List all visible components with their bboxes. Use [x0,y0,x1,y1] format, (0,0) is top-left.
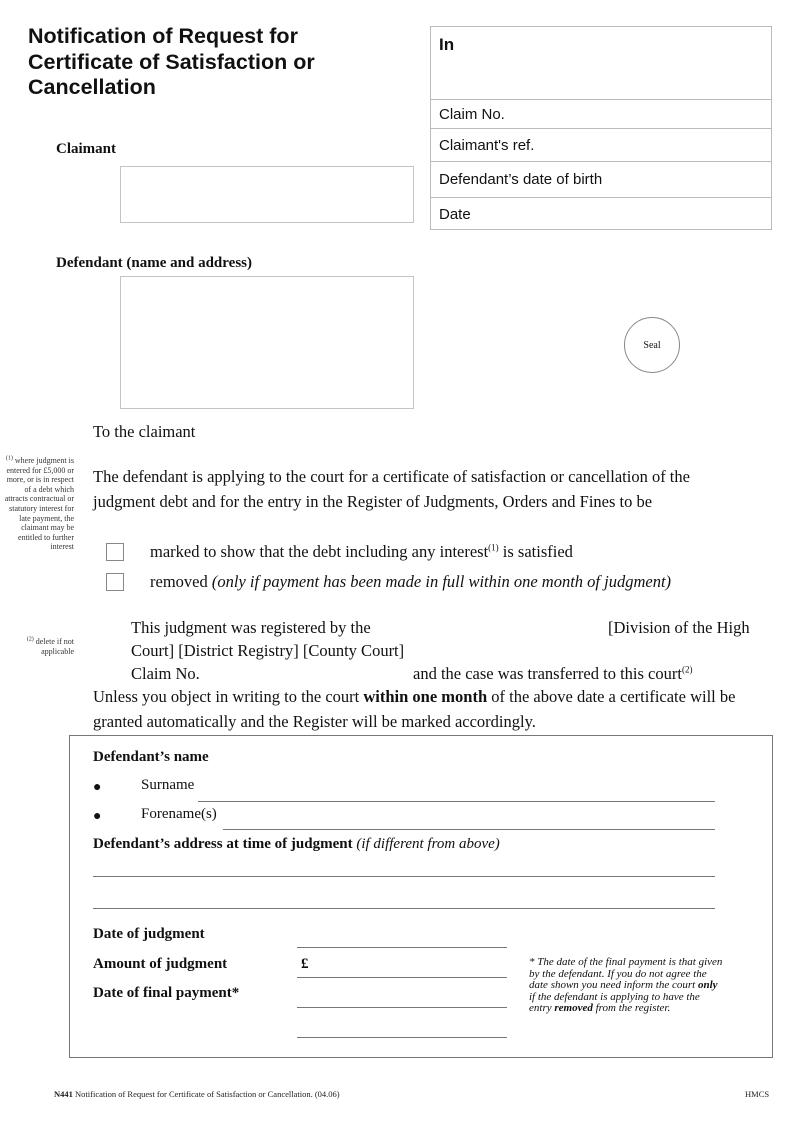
court-name-field[interactable]: In [431,27,771,100]
option-2-condition: (only if payment has been made in full w… [211,572,672,591]
defendant-name-heading: Defendant’s name [93,749,209,765]
final-payment-input[interactable] [297,1007,507,1008]
margin-note-1-text: where judgment is entered for £5,000 or … [4,456,74,552]
date-field[interactable]: Date [431,198,771,231]
claimant-ref-label: Claimant's ref. [439,136,535,154]
registering-court-input[interactable] [388,617,603,637]
option-marked-satisfied: marked to show that the debt including a… [150,539,573,564]
address-hint: (if different from above) [356,836,500,852]
claimant-input[interactable] [120,166,414,223]
forenames-input[interactable] [223,829,715,830]
claim-no-label-body: Claim No. [131,664,200,683]
salutation: To the claimant [93,422,196,441]
forenames-label: Forename(s) [141,806,217,822]
final-payment-note: * The date of the final payment is that … [529,956,724,1015]
address-heading: Defendant’s address at time of judgment … [93,836,500,853]
claimant-label: Claimant [56,141,116,157]
date-label: Date [439,206,471,223]
address-line-2-input[interactable] [93,908,715,909]
margin-note-delete: (2) delete if not applicable [0,636,74,656]
removed-checkbox[interactable] [106,573,124,591]
seal-label: Seal [643,339,661,351]
final-payment-label: Date of final payment* [93,985,240,1001]
form-title-line: Notification of Request for [28,24,298,48]
registered-by-suffix: [Division of the High [608,618,750,637]
transferred-text: and the case was transferred to this cou… [413,661,692,686]
amount-of-judgment-input[interactable] [297,977,507,978]
intro-paragraph: The defendant is applying to the court f… [93,467,690,511]
date-of-judgment-label: Date of judgment [93,926,205,942]
footer-issuer: HMCS [745,1089,770,1099]
margin-note-2-ref: (2) [26,636,34,643]
option-1-text: marked to show that the debt including a… [150,542,489,561]
transferred-text-main: and the case was transferred to this cou… [413,664,682,683]
footer-form-ref: N441 Notification of Request for Certifi… [54,1089,340,1099]
option-1-text-end: is satisfied [498,542,573,561]
transferred-footnote-ref: (2) [681,664,693,675]
form-title-line: Cancellation [28,75,156,99]
claimant-ref-field[interactable]: Claimant's ref. [431,129,771,162]
form-description: Notification of Request for Certificate … [72,1089,340,1099]
surname-label: Surname [141,777,195,793]
currency-symbol: £ [301,956,309,972]
defendant-input[interactable] [120,276,414,409]
date-of-judgment-input[interactable] [297,947,507,948]
form-title-line: Certificate of Satisfaction or [28,49,315,74]
registered-court-options: Court] [District Registry] [County Court… [131,641,405,660]
note-text-3: from the register. [592,1002,671,1015]
note-emphasis-only: only [697,979,718,992]
address-label: Defendant’s address at time of judgment [93,836,357,852]
form-code: N441 [54,1089,73,1099]
objection-text: Unless you object in writing to the cour… [93,687,364,706]
margin-note-2-text: delete if not applicable [35,637,74,656]
note-text-1: * The date of the final payment is that … [529,956,723,992]
bullet-icon: ● [93,809,102,824]
bullet-icon: ● [93,780,102,795]
option-2-text: removed [150,572,212,591]
objection-deadline: within one month [363,687,488,706]
margin-note-interest: (1) where judgment is entered for £5,000… [0,455,74,552]
defendant-dob-field[interactable]: Defendant’s date of birth [431,162,771,198]
marked-satisfied-checkbox[interactable] [106,543,124,561]
claim-no-label: Claim No. [439,105,505,123]
final-payment-extra-line[interactable] [297,1037,507,1038]
surname-input[interactable] [198,801,715,802]
registered-by-text: This judgment was registered by the [131,618,371,637]
objection-paragraph: Unless you object in writing to the cour… [93,684,783,734]
option-1-footnote-ref: (1) [488,542,499,553]
defendant-label: Defendant (name and address) [56,255,252,271]
court-seal: Seal [624,317,680,373]
option-removed: removed (only if payment has been made i… [150,569,671,594]
claim-no-field[interactable]: Claim No. [431,100,771,129]
margin-note-1-ref: (1) [5,455,13,462]
form-title: Notification of Request for Certificate … [28,24,408,101]
court-info-box: In Claim No. Claimant's ref. Defendant’s… [430,26,772,230]
amount-of-judgment-label: Amount of judgment [93,956,228,972]
defendant-dob-label: Defendant’s date of birth [439,171,603,188]
original-claim-no-input[interactable] [210,663,405,683]
court-name-label: In [439,35,455,54]
address-line-1-input[interactable] [93,876,715,877]
note-emphasis-removed: removed [554,1002,593,1015]
